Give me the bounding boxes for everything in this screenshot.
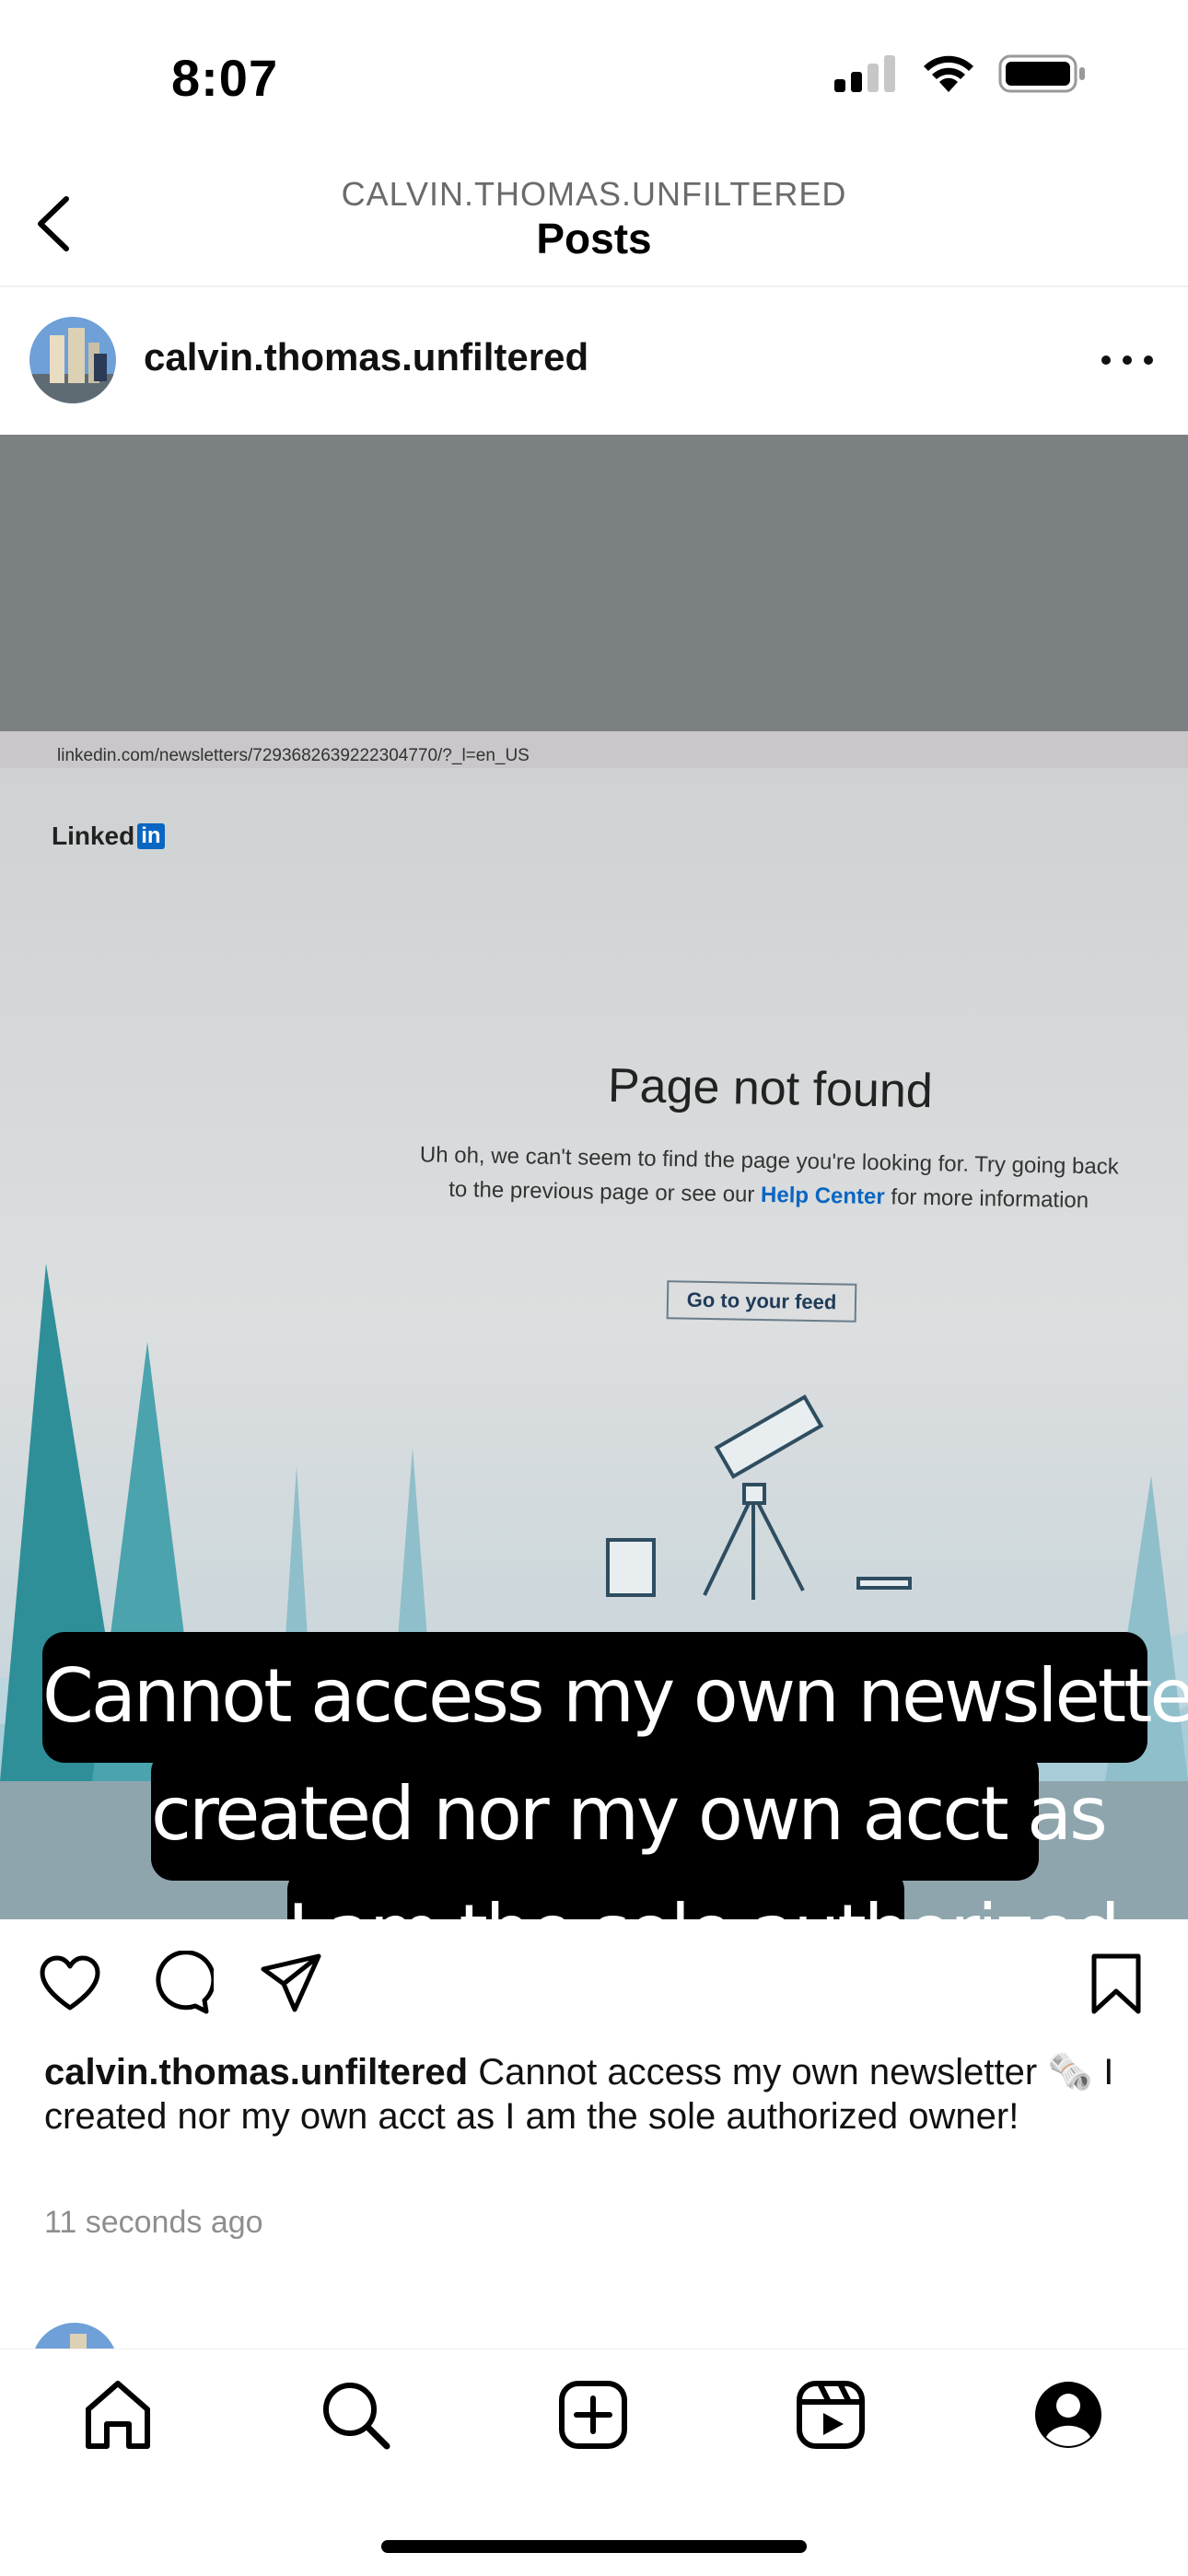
bookmark-icon bbox=[1091, 1953, 1141, 2014]
create-icon bbox=[559, 2381, 627, 2449]
comment-icon bbox=[156, 1950, 216, 2014]
caption-username[interactable]: calvin.thomas.unfiltered bbox=[44, 2052, 468, 2092]
overlay-caption-line: I am the sole authorized bbox=[287, 1868, 1120, 1919]
home-icon bbox=[86, 2381, 150, 2449]
home-indicator[interactable] bbox=[381, 2540, 807, 2553]
wifi-icon bbox=[924, 55, 973, 92]
tab-reels[interactable] bbox=[792, 2376, 869, 2454]
heart-icon bbox=[40, 1955, 100, 2011]
search-icon bbox=[323, 2383, 390, 2450]
page-not-found-title: Page not found bbox=[607, 1058, 934, 1119]
page-title: Posts bbox=[536, 215, 652, 262]
linkedin-logo: Linked in bbox=[52, 822, 165, 851]
more-horizontal-icon bbox=[1101, 356, 1111, 365]
cellular-signal-icon bbox=[834, 55, 895, 92]
paper-plane-icon bbox=[261, 1953, 321, 2012]
save-button[interactable] bbox=[1083, 1951, 1149, 2017]
go-to-feed-button: Go to your feed bbox=[666, 1280, 857, 1323]
tab-create[interactable] bbox=[554, 2376, 632, 2454]
post-caption: calvin.thomas.unfiltered Cannot access m… bbox=[44, 2050, 1149, 2139]
post-image[interactable]: linkedin.com/newsletters/729368263922230… bbox=[0, 435, 1188, 1919]
page-not-found-message: Uh oh, we can't seem to find the page yo… bbox=[419, 1142, 1119, 1214]
share-button[interactable] bbox=[258, 1951, 324, 2017]
battery-icon bbox=[998, 54, 1085, 93]
more-options-button[interactable] bbox=[1101, 346, 1153, 374]
comment-button[interactable] bbox=[147, 1950, 216, 2017]
url-bar-text: linkedin.com/newsletters/729368263922230… bbox=[57, 746, 530, 765]
like-button[interactable] bbox=[37, 1951, 103, 2017]
tab-search[interactable] bbox=[317, 2376, 394, 2454]
overlay-caption-line: Cannot access my own newsletter I bbox=[42, 1632, 1188, 1763]
post-username[interactable]: calvin.thomas.unfiltered bbox=[144, 335, 588, 379]
avatar-image bbox=[29, 317, 116, 403]
status-icons bbox=[834, 53, 1087, 94]
status-time: 8:07 bbox=[171, 49, 279, 107]
tab-profile[interactable] bbox=[1030, 2376, 1107, 2454]
post-timestamp: 11 seconds ago bbox=[44, 2205, 263, 2240]
profile-icon bbox=[1035, 2382, 1101, 2448]
tab-home[interactable] bbox=[79, 2376, 157, 2454]
header-subtitle: CALVIN.THOMAS.UNFILTERED bbox=[341, 175, 847, 213]
reels-icon bbox=[797, 2381, 865, 2449]
avatar[interactable] bbox=[29, 317, 116, 403]
overlay-caption-line: created nor my own acct as bbox=[151, 1750, 1108, 1881]
